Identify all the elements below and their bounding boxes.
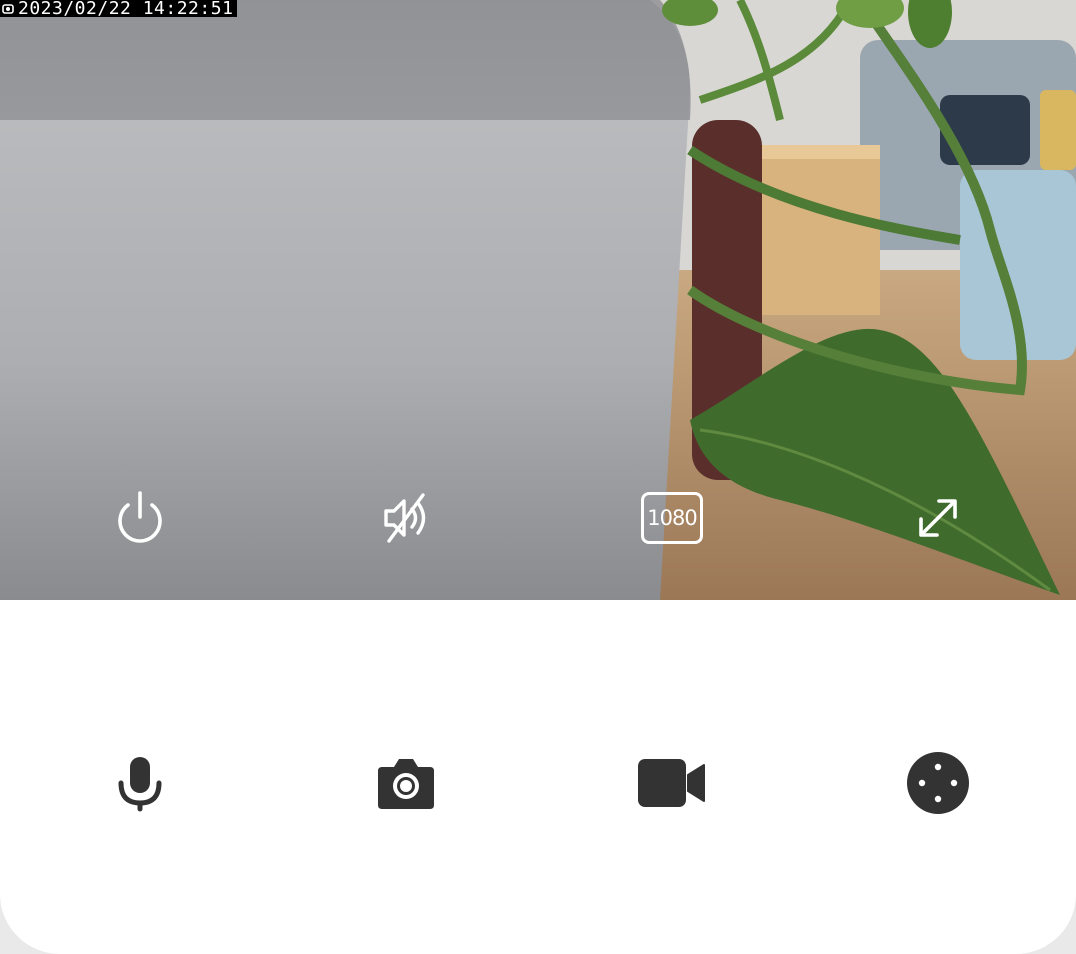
control-panel — [0, 600, 1076, 954]
power-button[interactable] — [102, 480, 178, 556]
timestamp-text: 2023/02/22 14:22:51 — [18, 0, 234, 19]
camera-small-icon — [2, 3, 14, 14]
mute-button[interactable] — [368, 480, 444, 556]
joystick-icon — [907, 752, 969, 814]
microphone-icon — [118, 757, 162, 812]
resolution-icon: 1080 — [641, 492, 703, 544]
resolution-button[interactable]: 1080 — [634, 480, 710, 556]
fullscreen-icon — [919, 499, 957, 537]
snapshot-button[interactable] — [368, 745, 444, 821]
action-bar — [0, 745, 1076, 821]
talk-button[interactable] — [102, 745, 178, 821]
fullscreen-button[interactable] — [900, 480, 976, 556]
feed-controls-bar: 1080 — [0, 480, 1076, 556]
resolution-label: 1080 — [647, 506, 697, 530]
timestamp-overlay: 2023/02/22 14:22:51 — [0, 0, 238, 19]
camera-icon — [378, 759, 434, 809]
power-icon — [118, 491, 162, 543]
record-button[interactable] — [634, 745, 710, 821]
camera-feed[interactable]: 2023/02/22 14:22:51 1080 — [0, 0, 1076, 600]
pan-tilt-button[interactable] — [900, 745, 976, 821]
sound-off-icon — [384, 493, 426, 543]
video-camera-icon — [638, 759, 705, 807]
